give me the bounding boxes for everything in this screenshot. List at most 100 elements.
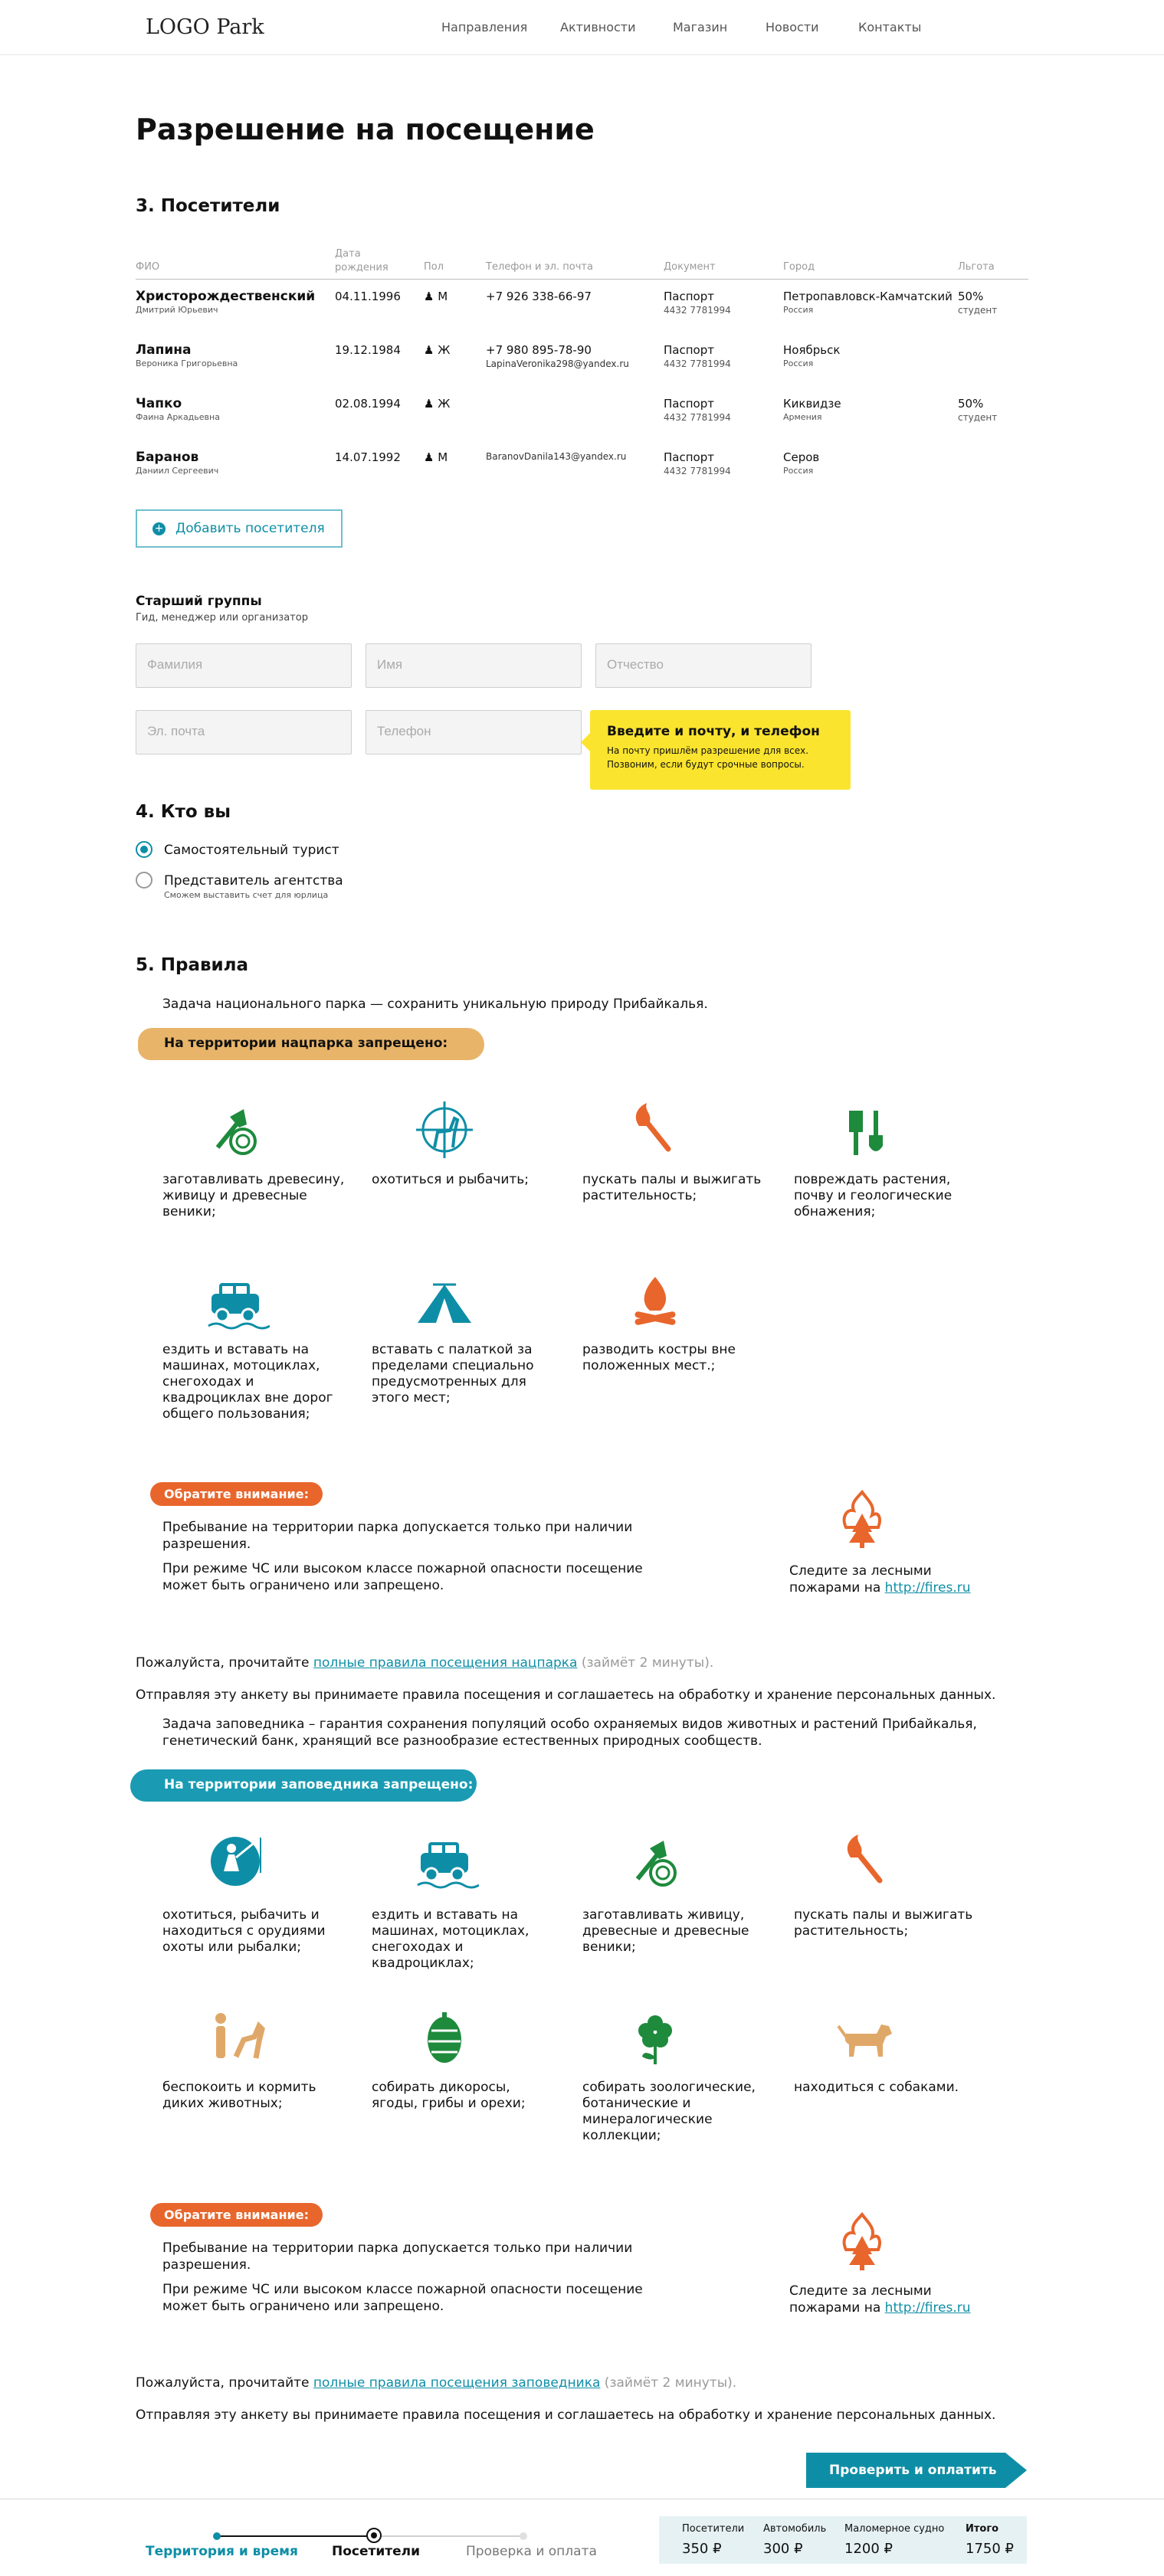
patronymic-input[interactable]: Отчество	[595, 643, 812, 688]
fires-reserve-link[interactable]: http://fires.ru	[885, 2300, 971, 2316]
site-header: LOGO Park Направления Активности Магазин…	[0, 0, 1164, 55]
person-icon: ♟	[424, 290, 434, 303]
price-summary: Посетители 350 ₽ Автомобиль 300 ₽ Маломе…	[659, 2516, 1027, 2564]
radio-agency-sub: Сможем выставить счет для юрлица	[164, 890, 329, 900]
rule-caption: пускать палы и выжигать растительность;	[794, 1907, 973, 1939]
add-visitor-button[interactable]: + Добавить посетителя	[136, 509, 343, 548]
summary-value-total: 1750 ₽	[966, 2541, 1014, 2557]
radio-agency[interactable]	[136, 872, 152, 889]
rule-caption: беспокоить и кормить диких животных;	[162, 2080, 316, 2111]
forest-fire-icon	[842, 2211, 881, 2270]
fires-park-text: Следите за лесными пожарами на http://fi…	[789, 1563, 973, 1596]
step-payment[interactable]: Проверка и оплата	[466, 2544, 597, 2559]
visitor-country: Россия	[783, 466, 814, 476]
read-park-pre: Пожалуйста, прочитайте	[136, 1655, 313, 1671]
fires-park-link[interactable]: http://fires.ru	[885, 1580, 971, 1596]
rule-caption: заготавливать древесину, живицу и древес…	[162, 1172, 345, 1219]
visitor-sex-value: Ж	[438, 397, 451, 411]
col-discount: Льгота	[958, 261, 995, 273]
fires-reserve-text: Следите за лесными пожарами на http://fi…	[789, 2283, 973, 2316]
tooltip-arrow	[581, 733, 590, 751]
visitor-email: BaranovDanila143@yandex.ru	[486, 451, 627, 462]
rules-heading: 5. Правила	[136, 955, 249, 975]
visitor-sex-value: М	[438, 450, 448, 464]
visitor-birthdate: 02.08.1994	[335, 397, 401, 411]
fisherman-icon	[211, 1836, 261, 1886]
visitor-discount-type: студент	[958, 305, 998, 316]
park-banner-label: На территории нацпарка запрещено:	[164, 1036, 448, 1051]
surname-input[interactable]: Фамилия	[136, 643, 352, 688]
visitor-doc-type: Паспорт	[664, 450, 714, 464]
check-and-pay-button[interactable]: Проверить и оплатить	[806, 2453, 1005, 2488]
forest-fire-icon	[842, 1489, 881, 1548]
cta-arrow	[1005, 2453, 1027, 2488]
nav-contacts[interactable]: Контакты	[858, 20, 921, 34]
dog-icon	[837, 2024, 892, 2057]
table-row[interactable]: Христорождественский Дмитрий Юрьевич	[136, 290, 315, 316]
summary-label-total: Итого	[966, 2523, 999, 2535]
visitor-document: Паспорт 4432 7781994	[664, 290, 731, 316]
visitor-doc-number: 4432 7781994	[664, 466, 731, 476]
name-input[interactable]: Имя	[366, 643, 582, 688]
radio-self-tourist[interactable]	[136, 841, 152, 858]
visitor-sex: ♟ Ж	[424, 343, 450, 358]
radio-agency-label[interactable]: Представитель агентства	[164, 872, 343, 889]
person-icon: ♟	[424, 397, 434, 411]
park-intro: Задача национального парка — сохранить у…	[162, 997, 708, 1012]
table-header-line	[136, 279, 1028, 280]
rule-caption: разводить костры вне положенных мест.;	[582, 1342, 736, 1373]
nav-activities[interactable]: Активности	[560, 20, 636, 34]
visitor-birthdate: 14.07.1992	[335, 450, 401, 464]
contact-tooltip: Введите и почту, и телефон На почту приш…	[581, 710, 851, 790]
leader-subtitle: Гид, менеджер или организатор	[136, 612, 308, 624]
table-row[interactable]: Баранов Даниил Сергеевич	[136, 450, 218, 477]
col-doc: Документ	[664, 261, 716, 273]
nav-shop[interactable]: Магазин	[673, 20, 727, 34]
visitor-contacts: BaranovDanila143@yandex.ru	[486, 450, 626, 463]
col-sex: Пол	[424, 261, 444, 273]
logo[interactable]: LOGO Park	[146, 15, 264, 39]
reserve-intro: Задача заповедника – гарантия сохранения…	[162, 1717, 977, 1749]
visitor-country: Россия	[783, 358, 814, 368]
reserve-rules-link[interactable]: полные правила посещения заповедника	[313, 2375, 601, 2391]
table-row[interactable]: Лапина Вероника Григорьевна	[136, 343, 238, 370]
person-icon: ♟	[424, 450, 434, 464]
nav-news[interactable]: Новости	[766, 20, 819, 34]
rule-caption: находиться с собаками.	[794, 2080, 959, 2095]
summary-label-boat: Маломерное судно	[844, 2523, 945, 2535]
visitor-doc-type: Паспорт	[664, 290, 714, 303]
park-rules-link[interactable]: полные правила посещения нацпарка	[313, 1655, 578, 1671]
visitor-sex: ♟ М	[424, 450, 448, 465]
reserve-banner: На территории заповедника запрещено:	[130, 1769, 477, 1802]
visitor-city-name: Петропавловск-Камчатский	[783, 290, 953, 303]
visitor-discount-value: 50%	[958, 397, 984, 411]
campfire-icon	[634, 1277, 676, 1325]
axe-stump-icon	[635, 1841, 677, 1887]
reserve-banner-label: На территории заповедника запрещено:	[164, 1777, 474, 1792]
visitor-city: Петропавловск-Камчатский Россия	[783, 290, 953, 316]
axe-stump-icon	[215, 1109, 257, 1155]
step-visitors[interactable]: Посетители	[332, 2544, 420, 2559]
table-row[interactable]: Чапко Фаина Аркадьевна	[136, 397, 220, 424]
visitor-surname: Христорождественский	[136, 289, 316, 304]
visitor-document: Паспорт 4432 7781994	[664, 450, 731, 477]
phone-input[interactable]: Телефон	[366, 710, 582, 754]
col-date: Дата рождения	[335, 248, 389, 273]
nav-directions[interactable]: Направления	[441, 20, 527, 34]
visitor-surname: Лапина	[136, 342, 192, 358]
add-visitor-label: Добавить посетителя	[175, 521, 325, 536]
leader-title: Старший группы	[136, 594, 262, 609]
shovel-icon	[849, 1111, 883, 1155]
visitor-contacts: +7 926 338-66-97	[486, 290, 592, 304]
visitor-sex: ♟ Ж	[424, 397, 450, 411]
visitor-city-name: Ноябрьск	[783, 343, 841, 357]
visitor-email: LapinaVeronika298@yandex.ru	[486, 358, 629, 369]
visitor-country: Армения	[783, 412, 822, 422]
step-territory[interactable]: Территория и время	[146, 2544, 298, 2559]
step-dot-3	[520, 2532, 527, 2540]
tooltip-title: Введите и почту, и телефон	[607, 724, 820, 739]
email-input[interactable]: Эл. почта	[136, 710, 352, 754]
radio-self-tourist-label[interactable]: Самостоятельный турист	[164, 842, 339, 859]
step-dot-1	[213, 2532, 221, 2540]
visitor-city-name: Серов	[783, 450, 820, 464]
